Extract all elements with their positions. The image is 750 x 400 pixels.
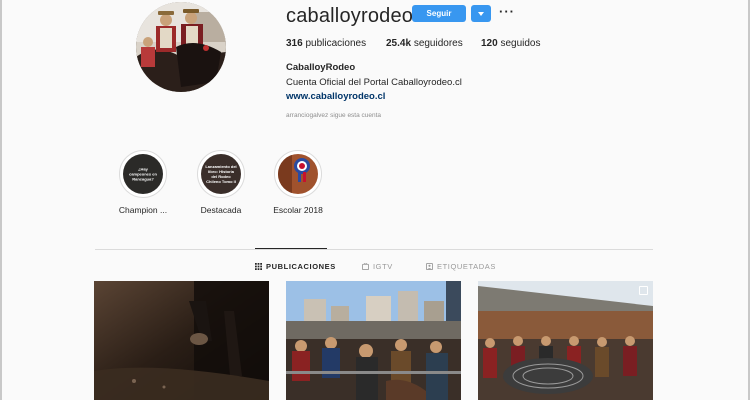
post-thumbnail[interactable] [94, 281, 269, 400]
highlight-label: Escolar 2018 [273, 205, 323, 215]
highlight-cover-text: ¿Hay campeones en Rancagua? [129, 166, 157, 182]
suggestions-dropdown-button[interactable] [471, 5, 491, 22]
posts-count: 316 [286, 38, 303, 49]
post-image-crowd [286, 281, 461, 400]
followed-by-user[interactable]: arranciogalvez [286, 112, 328, 119]
highlight-champion[interactable]: ¿Hay campeones en Rancagua? Champion ... [103, 150, 183, 215]
profile-bio: Cuenta Oficial del Portal Caballoyrodeo.… [286, 77, 462, 88]
highlight-ring[interactable]: ¿Hay campeones en Rancagua? [119, 150, 167, 198]
posts-label: publicaciones [305, 38, 367, 49]
highlight-ring[interactable] [274, 150, 322, 198]
tab-label: IGTV [373, 262, 393, 271]
tabs-divider [95, 249, 653, 250]
following-stat[interactable]: 120 seguidos [481, 38, 541, 49]
followed-by-text: arranciogalvez sigue esta cuenta [286, 112, 381, 119]
highlight-cover-image: Lanzamiento del libro: Historia del Rode… [201, 154, 241, 194]
post-thumbnail[interactable] [286, 281, 461, 400]
profile-full-name: CaballoyRodeo [286, 62, 356, 73]
post-image-horse [94, 281, 269, 400]
profile-avatar[interactable] [136, 2, 226, 92]
following-count: 120 [481, 38, 498, 49]
tv-icon [362, 263, 369, 270]
grid-icon [255, 263, 262, 270]
followers-label: seguidores [413, 38, 463, 49]
posts-stat: 316 publicaciones [286, 38, 366, 49]
tab-igtv[interactable]: IGTV [362, 262, 393, 271]
multiple-photos-icon [639, 286, 648, 295]
tab-label: ETIQUETADAS [437, 262, 496, 271]
followed-by-suffix: sigue esta cuenta [330, 112, 382, 119]
highlight-ring[interactable]: Lanzamiento del libro: Historia del Rode… [197, 150, 245, 198]
tab-label: PUBLICACIONES [266, 262, 336, 271]
window-frame-left [0, 0, 2, 400]
followers-stat[interactable]: 25.4k seguidores [386, 38, 463, 49]
highlight-escolar[interactable]: Escolar 2018 [258, 150, 338, 215]
more-options-button[interactable]: ··· [499, 5, 515, 18]
highlight-cover-image [278, 154, 318, 194]
chevron-down-icon [478, 11, 484, 16]
following-label: seguidos [500, 38, 541, 49]
highlight-label: Champion ... [118, 205, 168, 215]
highlight-cover-text: Lanzamiento del libro: Historia del Rode… [205, 164, 237, 184]
tag-icon [426, 263, 433, 270]
follow-button[interactable]: Seguir [412, 5, 466, 22]
highlight-destacada[interactable]: Lanzamiento del libro: Historia del Rode… [181, 150, 261, 215]
profile-website-link[interactable]: www.caballoyrodeo.cl [286, 91, 385, 102]
highlight-label: Destacada [200, 205, 242, 215]
highlight-cover-image: ¿Hay campeones en Rancagua? [123, 154, 163, 194]
post-image-group [478, 281, 653, 400]
followers-count: 25.4k [386, 38, 412, 49]
tab-etiquetadas[interactable]: ETIQUETADAS [426, 262, 496, 271]
tab-publicaciones[interactable]: PUBLICACIONES [255, 262, 336, 271]
avatar-image [136, 2, 226, 92]
active-tab-indicator [255, 248, 327, 249]
post-thumbnail[interactable] [478, 281, 653, 400]
